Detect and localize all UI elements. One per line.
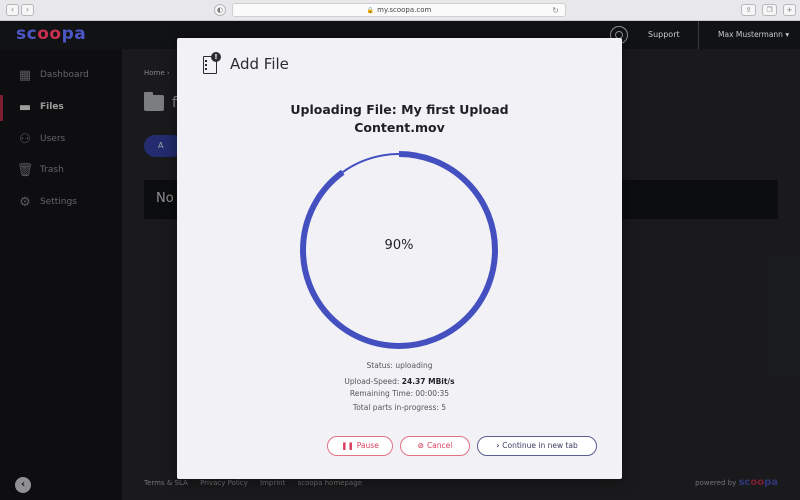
new-tab-button[interactable]: + [783,4,796,16]
upload-status: Status: uploading [366,361,433,370]
upload-speed: Upload-Speed: 24.37 MBit/s [237,377,562,386]
header-divider [698,21,699,49]
pause-button[interactable]: ❚❚ Pause [327,436,393,456]
address-bar[interactable]: 🔒 my.scoopa.com ↻ [232,3,566,17]
privacy-icon[interactable]: ◐ [214,4,226,16]
pause-label: Pause [356,441,379,450]
logo-part-c: pa [61,24,87,44]
chevron-right-icon: › [496,441,500,450]
back-button[interactable]: ‹ [6,4,19,16]
upload-speed-label: Upload-Speed: [344,377,402,386]
user-menu[interactable]: Max Mustermann ▾ [718,30,789,39]
url-text: my.scoopa.com [377,6,432,14]
continue-in-new-tab-button[interactable]: › Continue in new tab [477,436,597,456]
parts-in-progress: Total parts in-progress: 5 [352,403,447,412]
continue-label: Continue in new tab [502,441,578,450]
upload-speed-value: 24.37 MBit/s [401,377,455,386]
pause-icon: ❚❚ [341,441,354,450]
tabs-button[interactable]: ❐ [762,4,777,16]
support-link[interactable]: Support [648,30,680,39]
upload-title-line1: Uploading File: My first Upload [290,102,509,117]
cancel-icon: ⊘ [417,441,424,450]
progress-percent: 90% [384,238,414,253]
share-button[interactable]: ⇪ [741,4,756,16]
cancel-label: Cancel [426,441,453,450]
browser-toolbar: ‹ › ◐ 🔒 my.scoopa.com ↻ ⇪ ❐ + [0,0,800,21]
scoopa-logo[interactable]: scoopa [16,24,86,44]
remaining-time: Remaining Time: 00:00:35 [349,389,450,398]
upload-title: Uploading File: My first Upload Content.… [237,101,562,137]
add-file-modal: ! Add File Uploading File: My first Uplo… [177,38,622,479]
logo-part-a: sc [16,24,38,44]
forward-button[interactable]: › [21,4,34,16]
lock-icon: 🔒 [366,7,375,14]
upload-title-line2: Content.mov [354,120,445,135]
modal-title: Add File [230,55,289,73]
reload-icon[interactable]: ↻ [552,4,559,17]
cancel-button[interactable]: ⊘ Cancel [400,436,470,456]
logo-part-b: oo [37,24,62,44]
alert-badge-icon: ! [211,52,221,62]
